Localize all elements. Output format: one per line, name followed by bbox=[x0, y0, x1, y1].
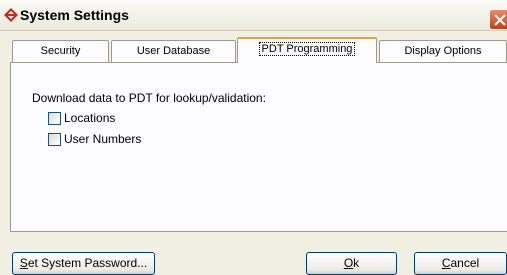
download-description: Download data to PDT for lookup/validati… bbox=[32, 91, 266, 105]
user-numbers-checkbox[interactable] bbox=[48, 133, 61, 146]
tab-panel bbox=[10, 62, 507, 232]
close-icon bbox=[494, 14, 506, 26]
tab-label: Security bbox=[40, 45, 81, 57]
set-system-password-button[interactable]: Set System Password... bbox=[12, 252, 155, 275]
tab-security[interactable]: Security bbox=[12, 40, 109, 62]
window-title: System Settings bbox=[20, 7, 129, 23]
tab-user-database[interactable]: User Database bbox=[111, 40, 236, 62]
button-label: k bbox=[353, 256, 360, 270]
cancel-button[interactable]: Cancel bbox=[414, 252, 507, 275]
tab-label: Display Options bbox=[404, 45, 482, 57]
user-numbers-label: User Numbers bbox=[64, 132, 142, 146]
system-settings-dialog: System Settings Security User Database P… bbox=[0, 0, 507, 275]
button-label: ancel bbox=[450, 256, 480, 270]
locations-label: Locations bbox=[64, 111, 116, 125]
tab-label: PDT Programming bbox=[258, 42, 356, 56]
ok-button[interactable]: Ok bbox=[306, 252, 397, 275]
app-diamond-icon bbox=[4, 8, 18, 22]
locations-checkbox[interactable] bbox=[48, 112, 61, 125]
tab-display-options[interactable]: Display Options bbox=[379, 40, 507, 62]
title-bar: System Settings bbox=[0, 0, 507, 31]
button-label: et System Password... bbox=[27, 256, 148, 270]
close-button[interactable] bbox=[489, 9, 507, 30]
button-mnemonic: S bbox=[19, 256, 28, 270]
tab-pdt-programming[interactable]: PDT Programming bbox=[237, 37, 377, 63]
tab-label: User Database bbox=[136, 45, 211, 57]
button-mnemonic: O bbox=[343, 256, 354, 270]
